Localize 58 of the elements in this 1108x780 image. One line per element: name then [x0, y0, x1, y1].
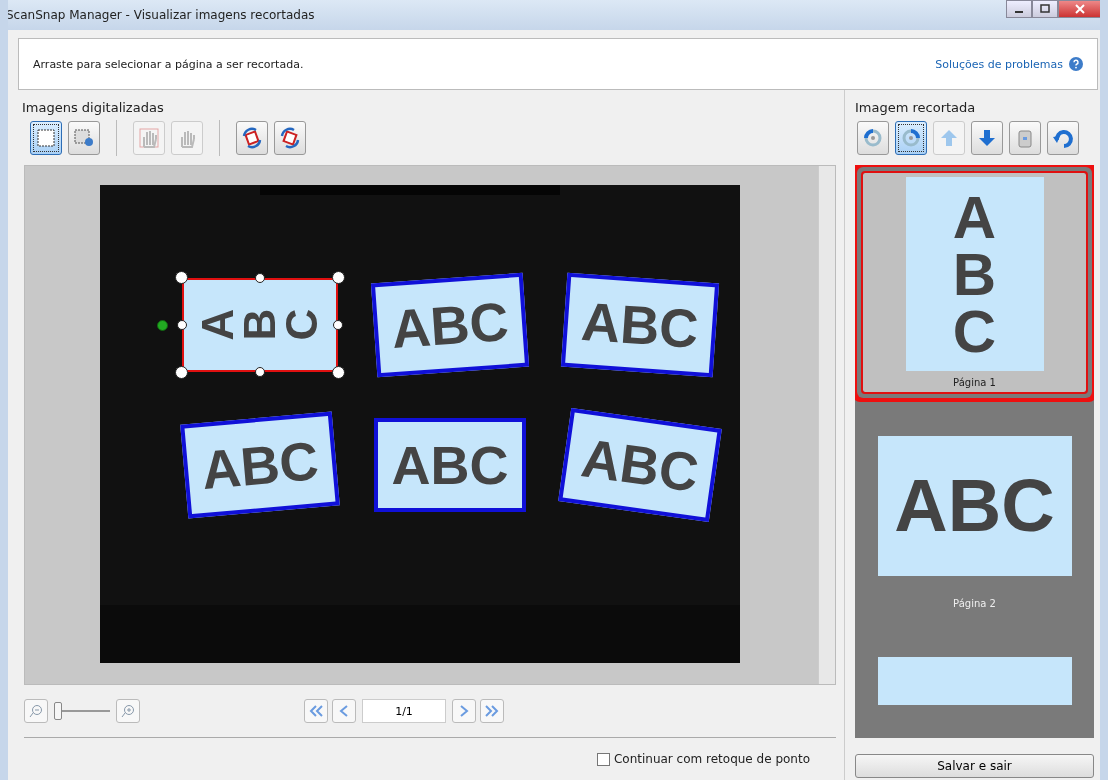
double-chevron-left-icon: [308, 704, 324, 718]
page-text: ABC: [951, 188, 998, 360]
page-label: Página 1: [953, 377, 996, 388]
page-text: ABC: [391, 438, 509, 492]
page-text: ABC: [199, 433, 321, 497]
section-heading: Imagens digitalizadas: [22, 100, 165, 115]
zoom-out-button[interactable]: [24, 699, 48, 723]
instruction-text: Arraste para selecionar a página a ser recortada.: [33, 57, 305, 71]
save-and-exit-button[interactable]: Salvar e sair: [855, 754, 1094, 778]
first-page-button[interactable]: [304, 699, 328, 723]
rotate-left-button[interactable]: [236, 121, 268, 155]
select-button[interactable]: [30, 121, 62, 155]
undo-icon: [1052, 127, 1074, 149]
close-icon: [1075, 4, 1085, 14]
resize-handle[interactable]: [177, 320, 187, 330]
page-text: ABC: [389, 294, 511, 356]
resize-handle[interactable]: [255, 367, 265, 377]
scanned-page[interactable]: ABC: [374, 418, 526, 512]
rotate-handle[interactable]: [157, 320, 168, 331]
page-text: ABC: [894, 469, 1055, 543]
zoom-in-icon: [121, 704, 135, 718]
double-chevron-right-icon: [484, 704, 500, 718]
rotate-left-button[interactable]: [857, 121, 889, 155]
page-field[interactable]: 1/1: [362, 699, 446, 723]
last-page-button[interactable]: [480, 699, 504, 723]
resize-handle[interactable]: [255, 273, 265, 283]
minimize-button[interactable]: [1006, 0, 1032, 18]
maximize-button[interactable]: [1032, 0, 1058, 18]
hand-frame-icon: [138, 127, 160, 149]
page-text: ABC: [579, 294, 701, 356]
next-page-button[interactable]: [452, 699, 476, 723]
retouch-checkbox[interactable]: Continuar com retoque de ponto: [596, 752, 810, 766]
add-icon: [73, 127, 95, 149]
zoom-in-button[interactable]: [116, 699, 140, 723]
maximize-icon: [1040, 4, 1050, 14]
rotate-left-icon: [862, 127, 884, 149]
scanned-page[interactable]: ABC: [182, 278, 338, 372]
zoom-out-icon: [29, 704, 43, 718]
down-button[interactable]: [971, 121, 1003, 155]
close-button[interactable]: [1058, 0, 1100, 18]
rotate-right-icon: [900, 127, 922, 149]
help-icon[interactable]: [1069, 57, 1083, 71]
rotate-right-button[interactable]: [274, 121, 306, 155]
undo-button[interactable]: [1047, 121, 1079, 155]
scrollbar[interactable]: [818, 166, 835, 684]
minimize-icon: [1015, 11, 1023, 13]
section-heading: Imagem recortada: [855, 100, 977, 115]
help-link[interactable]: Soluções de problemas: [935, 57, 1063, 71]
rotate-right-button[interactable]: [895, 121, 927, 155]
slider-thumb[interactable]: [54, 702, 62, 720]
resize-handle[interactable]: [333, 320, 343, 330]
add-button[interactable]: [68, 121, 100, 155]
trash-button[interactable]: [1009, 121, 1041, 155]
page-label: Página 2: [953, 598, 996, 609]
select-icon: [35, 127, 57, 149]
page-text: ABC: [578, 430, 702, 500]
previous-page-button[interactable]: [332, 699, 356, 723]
page-text: ABC: [197, 308, 323, 343]
